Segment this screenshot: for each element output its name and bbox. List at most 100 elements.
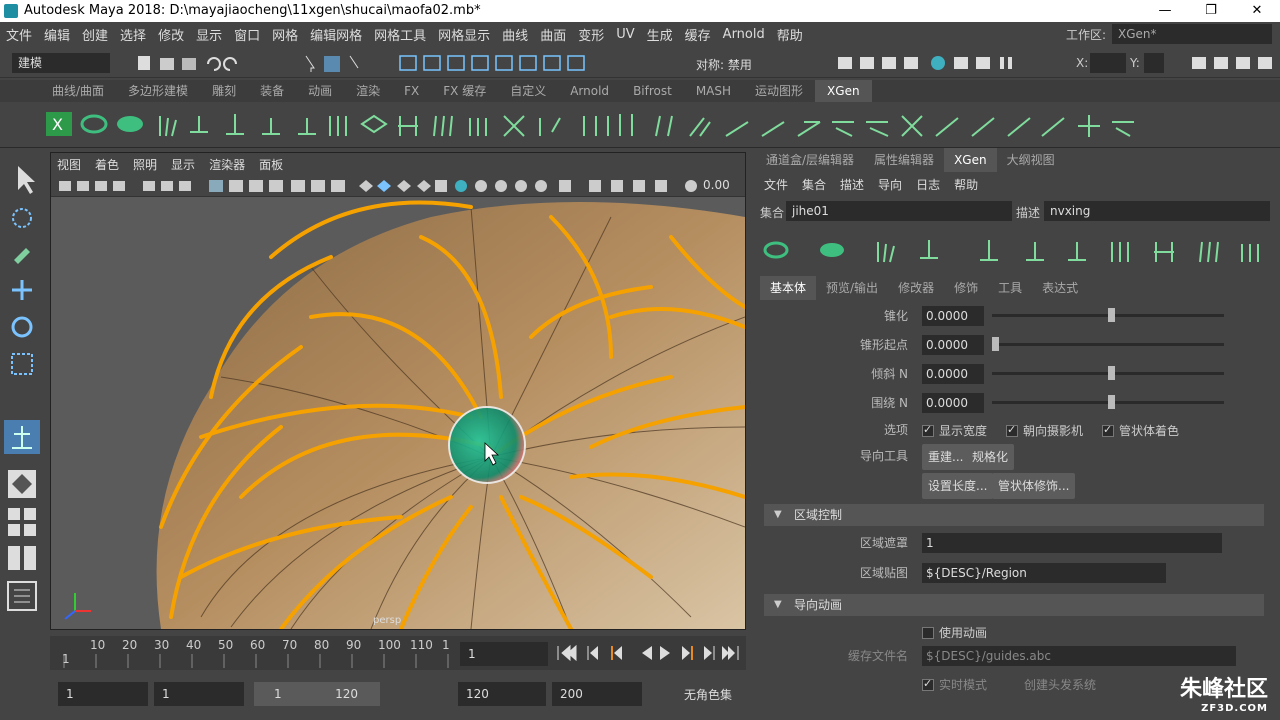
menu-mesh-display[interactable]: 网格显示 bbox=[438, 25, 490, 44]
xgen-menu-help[interactable]: 帮助 bbox=[954, 176, 978, 193]
tab-xgen[interactable]: XGen bbox=[944, 148, 997, 172]
menu-modify[interactable]: 修改 bbox=[158, 25, 184, 44]
region-mask-field[interactable]: 1 bbox=[922, 533, 1222, 553]
vp-menu-view[interactable]: 视图 bbox=[57, 156, 81, 173]
attr-slider[interactable] bbox=[992, 366, 1224, 380]
subtab-utilities[interactable]: 工具 bbox=[988, 276, 1032, 300]
collection-dropdown[interactable]: jihe01 bbox=[786, 201, 1012, 221]
subtab-modifiers[interactable]: 修改器 bbox=[888, 276, 944, 300]
menu-mesh-tools[interactable]: 网格工具 bbox=[374, 25, 426, 44]
menu-uv[interactable]: UV bbox=[616, 27, 634, 42]
menu-edit[interactable]: 编辑 bbox=[44, 25, 70, 44]
vp-menu-shading[interactable]: 着色 bbox=[95, 156, 119, 173]
menu-file[interactable]: 文件 bbox=[6, 25, 32, 44]
y-field[interactable] bbox=[1144, 53, 1164, 73]
playback-start-field[interactable]: 1 bbox=[154, 682, 244, 706]
current-frame-field[interactable]: 1 bbox=[460, 642, 548, 666]
slider-knob[interactable] bbox=[1108, 308, 1115, 322]
cache-file-field[interactable]: ${DESC}/guides.abc bbox=[922, 646, 1236, 666]
tube-groom-button[interactable]: 管状体修饰... bbox=[992, 473, 1076, 499]
set-length-button[interactable]: 设置长度... bbox=[922, 473, 994, 499]
tab-channel-box[interactable]: 通道盒/层编辑器 bbox=[756, 148, 864, 172]
workspace-dropdown[interactable]: XGen* bbox=[1112, 24, 1272, 44]
xgen-menu-description[interactable]: 描述 bbox=[840, 176, 864, 193]
description-dropdown[interactable]: nvxing bbox=[1044, 201, 1270, 221]
attr-value-field[interactable]: 0.0000 bbox=[922, 393, 984, 413]
shelf-tab-fx[interactable]: FX bbox=[392, 80, 431, 102]
vp-menu-lighting[interactable]: 照明 bbox=[133, 156, 157, 173]
render-tools-icons[interactable] bbox=[836, 54, 1026, 72]
tab-outliner[interactable]: 大纲视图 bbox=[997, 148, 1065, 172]
normalize-button[interactable]: 规格化 bbox=[966, 444, 1015, 470]
xgen-menu-log[interactable]: 日志 bbox=[916, 176, 940, 193]
menu-create[interactable]: 创建 bbox=[82, 25, 108, 44]
rebuild-button[interactable]: 重建... bbox=[922, 444, 970, 470]
menu-window[interactable]: 窗口 bbox=[234, 25, 260, 44]
start-time-field[interactable]: 1 bbox=[58, 682, 148, 706]
shelf-tab-curves[interactable]: 曲线/曲面 bbox=[40, 80, 116, 102]
checkbox[interactable] bbox=[1102, 423, 1114, 437]
subtab-expressions[interactable]: 表达式 bbox=[1032, 276, 1088, 300]
checkbox[interactable] bbox=[922, 423, 934, 437]
create-hair-system-button[interactable]: 创建头发系统 bbox=[1024, 676, 1096, 693]
option-show-width[interactable]: 显示宽度 bbox=[922, 422, 987, 439]
menu-help[interactable]: 帮助 bbox=[777, 25, 803, 44]
region-control-section[interactable]: 区域控制 bbox=[764, 504, 1264, 526]
time-slider[interactable]: 1 10 20 30 40 50 60 70 80 90 100 110 1 1 bbox=[50, 636, 746, 670]
character-set-dropdown[interactable]: 无角色集 bbox=[684, 686, 732, 703]
vp-menu-renderer[interactable]: 渲染器 bbox=[209, 156, 245, 173]
restore-button[interactable]: ❐ bbox=[1188, 0, 1234, 22]
xgen-menu-guides[interactable]: 导向 bbox=[878, 176, 902, 193]
shelf-tab-rendering[interactable]: 渲染 bbox=[344, 80, 392, 102]
xgen-guide-tools[interactable] bbox=[756, 232, 1280, 270]
shelf-tab-xgen[interactable]: XGen bbox=[815, 80, 872, 102]
mode-dropdown[interactable]: 建模 bbox=[12, 53, 110, 73]
menu-edit-mesh[interactable]: 编辑网格 bbox=[310, 25, 362, 44]
shelf-tab-fx-cache[interactable]: FX 缓存 bbox=[431, 80, 498, 102]
subtab-grooming[interactable]: 修饰 bbox=[944, 276, 988, 300]
live-mode-option[interactable]: 实时模式 bbox=[922, 676, 987, 693]
shelf-tab-custom[interactable]: 自定义 bbox=[498, 80, 558, 102]
subtab-preview-output[interactable]: 预览/输出 bbox=[816, 276, 888, 300]
playback-end-field[interactable]: 120 bbox=[458, 682, 546, 706]
attr-slider[interactable] bbox=[992, 337, 1224, 351]
checkbox[interactable] bbox=[1006, 423, 1018, 437]
shelf-tab-motion-graphics[interactable]: 运动图形 bbox=[743, 80, 815, 102]
panel-toggle-icons[interactable] bbox=[1190, 54, 1276, 72]
menu-generate[interactable]: 生成 bbox=[647, 25, 673, 44]
subtab-primitives[interactable]: 基本体 bbox=[760, 276, 817, 300]
shelf-tab-animation[interactable]: 动画 bbox=[296, 80, 344, 102]
minimize-button[interactable]: — bbox=[1142, 0, 1188, 22]
vp-menu-show[interactable]: 显示 bbox=[171, 156, 195, 173]
checkbox[interactable] bbox=[922, 627, 934, 639]
viewport-tool-icons[interactable] bbox=[59, 178, 699, 194]
attr-value-field[interactable]: 0.0000 bbox=[922, 335, 984, 355]
option-tube-shade[interactable]: 管状体着色 bbox=[1102, 422, 1179, 439]
x-field[interactable] bbox=[1090, 53, 1126, 73]
menu-curves[interactable]: 曲线 bbox=[502, 25, 528, 44]
file-tools-icons[interactable] bbox=[136, 54, 376, 72]
menu-surfaces[interactable]: 曲面 bbox=[540, 25, 566, 44]
end-time-field[interactable]: 200 bbox=[552, 682, 642, 706]
menu-select[interactable]: 选择 bbox=[120, 25, 146, 44]
viewport-scene[interactable]: persp bbox=[51, 197, 745, 629]
slider-knob[interactable] bbox=[1108, 395, 1115, 409]
attr-value-field[interactable]: 0.0000 bbox=[922, 306, 984, 326]
range-bar[interactable]: 1 120 bbox=[254, 682, 380, 706]
snap-tools-icons[interactable] bbox=[398, 54, 638, 72]
xgen-menu-collection[interactable]: 集合 bbox=[802, 176, 826, 193]
menu-display[interactable]: 显示 bbox=[196, 25, 222, 44]
shelf-tab-poly[interactable]: 多边形建模 bbox=[116, 80, 200, 102]
option-face-camera[interactable]: 朝向摄影机 bbox=[1006, 422, 1083, 439]
menu-mesh[interactable]: 网格 bbox=[272, 25, 298, 44]
playback-controls[interactable] bbox=[556, 644, 742, 662]
hair-render[interactable]: persp bbox=[51, 197, 745, 629]
shelf-tab-sculpt[interactable]: 雕刻 bbox=[200, 80, 248, 102]
shelf-tab-rigging[interactable]: 装备 bbox=[248, 80, 296, 102]
tab-attribute-editor[interactable]: 属性编辑器 bbox=[864, 148, 944, 172]
checkbox[interactable] bbox=[922, 677, 934, 691]
shelf-tab-bifrost[interactable]: Bifrost bbox=[621, 80, 684, 102]
use-animation-option[interactable]: 使用动画 bbox=[922, 624, 987, 641]
close-button[interactable]: ✕ bbox=[1234, 0, 1280, 22]
guide-animation-section[interactable]: 导向动画 bbox=[764, 594, 1264, 616]
